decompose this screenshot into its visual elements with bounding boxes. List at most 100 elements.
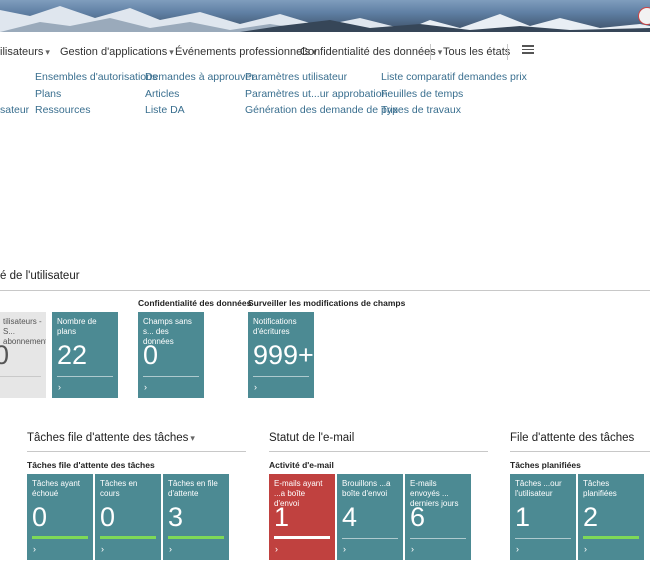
section-divider: [0, 290, 650, 291]
section-divider: [269, 451, 488, 452]
tile-value: 2: [583, 502, 599, 532]
tile-label: Tâches ...our l'utilisateur: [515, 479, 562, 498]
chevron-down-icon: ▾: [190, 433, 195, 443]
chevron-right-icon: ›: [584, 544, 587, 554]
chevron-right-icon: ›: [101, 544, 104, 554]
chevron-right-icon: ›: [144, 382, 147, 392]
nav-label: ilisateurs: [0, 46, 44, 58]
tile-status-bar: [168, 536, 224, 539]
chevron-right-icon: ›: [343, 544, 346, 554]
tile-brouillons[interactable]: Brouillons ...a boîte d'envoi 4 ›: [337, 474, 403, 560]
nav-label: Événements professionnels: [175, 46, 311, 58]
nav-item-utilisateurs[interactable]: ilisateurs ▾: [0, 46, 50, 58]
tile-label: Nombre de plans: [57, 317, 97, 336]
chevron-right-icon: ›: [411, 544, 414, 554]
tile-label: Tâches en cours: [100, 479, 138, 498]
tile-divider: [0, 376, 41, 377]
tile-label: Notifications d'écritures: [253, 317, 297, 336]
tile-divider: [57, 376, 113, 377]
tile-taches-utilisateur[interactable]: Tâches ...our l'utilisateur 1 ›: [510, 474, 576, 560]
link-types-de-travaux[interactable]: Types de travaux: [381, 104, 461, 116]
tile-value: 0: [143, 340, 159, 370]
link-ressources[interactable]: Ressources: [35, 104, 90, 116]
section-title-statut-email: Statut de l'e-mail: [269, 432, 355, 444]
tile-label: Tâches ayant échoué: [32, 479, 81, 498]
section-title-taches-file-attente[interactable]: Tâches file d'attente des tâches ▾: [27, 432, 195, 444]
group-title-taches-file-attente: Tâches file d'attente des tâches: [27, 460, 155, 470]
tile-champs-sans-sensibilite[interactable]: Champs sans s... des données 0 ›: [138, 312, 204, 398]
tile-status-bar: [583, 536, 639, 539]
tile-value: 0: [100, 502, 116, 532]
section-divider: [27, 451, 246, 452]
link-liste-da[interactable]: Liste DA: [145, 104, 185, 116]
chevron-right-icon: ›: [169, 544, 172, 554]
nav-item-confidentialite[interactable]: Confidentialité des données ▾: [300, 46, 442, 58]
tile-value: 3: [168, 502, 184, 532]
group-title-confidentialite: Confidentialité des données: [138, 298, 252, 308]
header-banner: [0, 0, 650, 32]
group-title-activite-email: Activité d'e-mail: [269, 460, 334, 470]
tile-divider: [342, 538, 398, 539]
chevron-right-icon: ›: [33, 544, 36, 554]
tile-emails-envoyes[interactable]: E-mails envoyés ... derniers jours 6 ›: [405, 474, 471, 560]
user-avatar-icon[interactable]: [638, 7, 650, 25]
tile-value: 4: [342, 502, 358, 532]
tile-taches-planifiees[interactable]: Tâches planifiées 2 ›: [578, 474, 644, 560]
tile-divider: [143, 376, 199, 377]
tile-taches-echouees[interactable]: Tâches ayant échoué 0 ›: [27, 474, 93, 560]
tile-divider: [515, 538, 571, 539]
hamburger-icon[interactable]: [522, 43, 534, 56]
tile-taches-en-cours[interactable]: Tâches en cours 0 ›: [95, 474, 161, 560]
nav-separator: [507, 44, 508, 60]
tile-label: Tâches en file d'attente: [168, 479, 218, 498]
nav-item-evenements[interactable]: Événements professionnels ▾: [175, 46, 317, 58]
tile-label: Tâches planifiées: [583, 479, 617, 498]
chevron-down-icon: ▾: [437, 47, 443, 57]
tile-value: 0: [0, 340, 10, 370]
section-title-file-attente-taches: File d'attente des tâches: [510, 432, 635, 444]
section-divider: [510, 451, 650, 452]
link-generation-demande-prix[interactable]: Génération des demande de prix: [245, 104, 398, 116]
link-demandes-approuver[interactable]: Demandes à approuver: [145, 71, 255, 83]
top-navigation: ilisateurs ▾ Gestion d'applications ▾ Évén…: [0, 32, 650, 70]
group-title-taches-planifiees: Tâches planifiées: [510, 460, 581, 470]
tile-value: 999+: [253, 340, 314, 370]
section-title-activite-utilisateur: é de l'utilisateur: [0, 270, 80, 282]
tile-notifications-ecritures[interactable]: Notifications d'écritures 999+ ›: [248, 312, 314, 398]
link-articles[interactable]: Articles: [145, 88, 179, 100]
tile-value: 22: [57, 340, 88, 370]
tile-nombre-de-plans[interactable]: Nombre de plans 22 ›: [52, 312, 118, 398]
tile-value: 1: [515, 502, 531, 532]
mountain-banner-image: [0, 6, 650, 32]
nav-item-gestion-applications[interactable]: Gestion d'applications ▾: [60, 46, 174, 58]
tile-status-bar: [100, 536, 156, 539]
chevron-right-icon: ›: [275, 544, 278, 554]
link-feuilles-de-temps[interactable]: Feuilles de temps: [381, 88, 463, 100]
tile-emails-echec[interactable]: E-mails ayant ...a boîte d'envoi 1 ›: [269, 474, 335, 560]
nav-label: Gestion d'applications: [60, 46, 168, 58]
chevron-right-icon: ›: [516, 544, 519, 554]
tile-status-bar: [274, 536, 330, 539]
chevron-right-icon: ›: [254, 382, 257, 392]
tile-label: Brouillons ...a boîte d'envoi: [342, 479, 391, 498]
nav-label: Tous les états: [443, 46, 511, 58]
group-title-surveiller: Surveiller les modifications de champs: [248, 298, 406, 308]
link-parametres-utilisateur[interactable]: Paramètres utilisateur: [245, 71, 347, 83]
link-plans[interactable]: Plans: [35, 88, 61, 100]
nav-item-tous-les-etats[interactable]: Tous les états: [443, 46, 510, 58]
section-title-text: Tâches file d'attente des tâches: [27, 432, 189, 444]
chevron-right-icon: ›: [58, 382, 61, 392]
link-ensembles-autorisations[interactable]: Ensembles d'autorisations: [35, 71, 157, 83]
tile-utilisateurs-abonnement[interactable]: tilisateurs - S... abonnement 0: [0, 312, 46, 398]
chevron-down-icon: ▾: [169, 47, 174, 57]
tile-value: 1: [274, 502, 290, 532]
tile-value: 0: [32, 502, 48, 532]
nav-separator: [430, 44, 431, 60]
tile-taches-en-file[interactable]: Tâches en file d'attente 3 ›: [163, 474, 229, 560]
link-liste-comparatif[interactable]: Liste comparatif demandes prix: [381, 71, 527, 83]
link-parametres-approbation[interactable]: Paramètres ut...ur approbation: [245, 88, 387, 100]
chevron-down-icon: ▾: [45, 47, 50, 57]
link-utilisateur[interactable]: sateur: [0, 104, 29, 116]
tile-divider: [253, 376, 309, 377]
tile-status-bar: [32, 536, 88, 539]
